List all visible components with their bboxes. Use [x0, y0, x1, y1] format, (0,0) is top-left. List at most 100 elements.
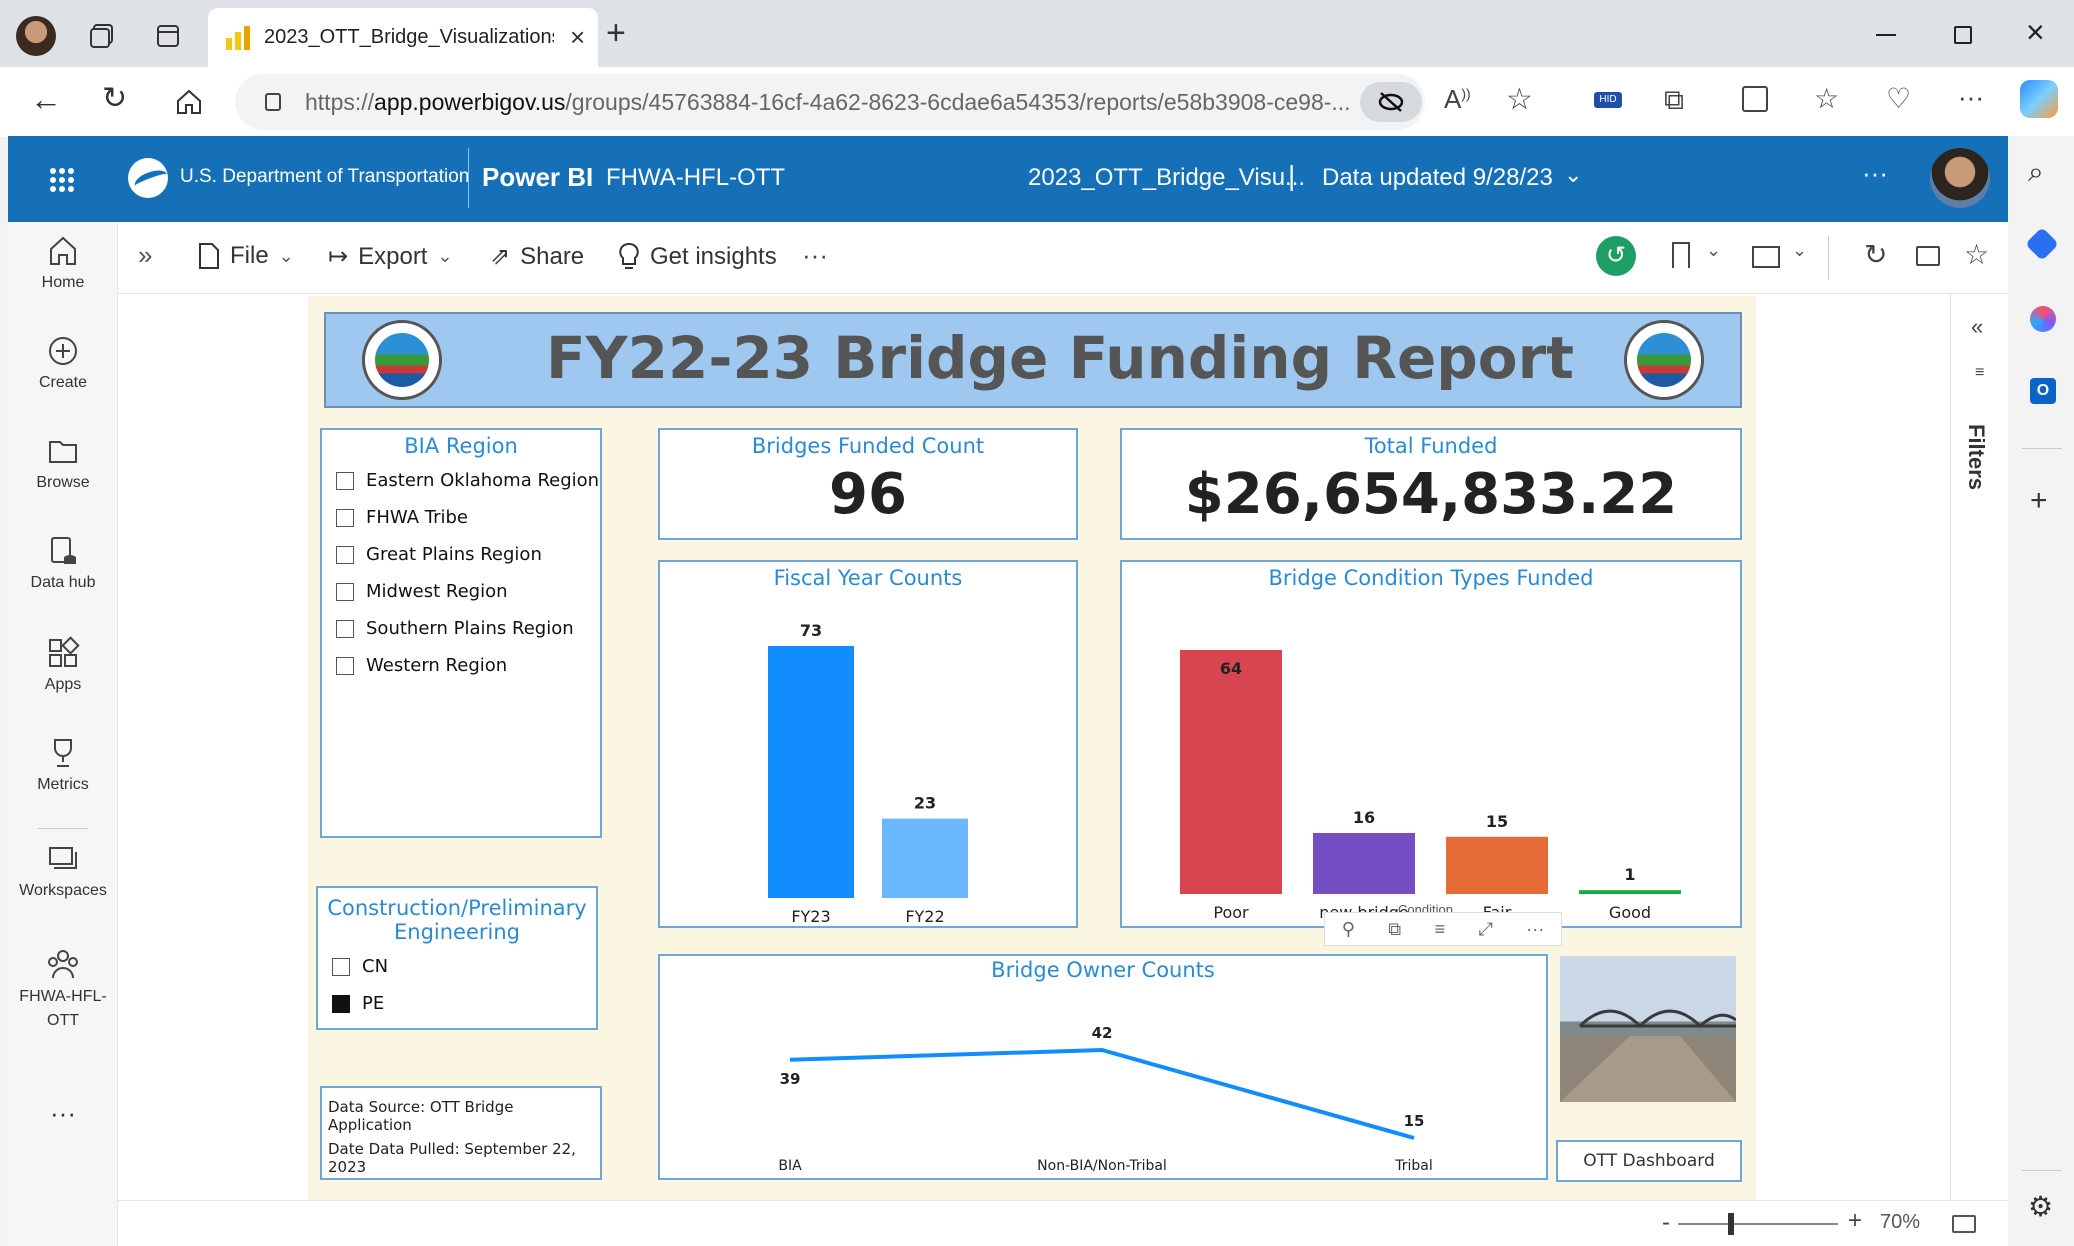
- tracking-prevention-icon[interactable]: [1360, 82, 1422, 122]
- browser-menu-icon[interactable]: ···: [1958, 82, 1984, 113]
- chevron-down-icon[interactable]: ⌄: [1564, 162, 1582, 188]
- checkbox[interactable]: [336, 545, 354, 564]
- url-field[interactable]: https://app.powerbigov.us/groups/4576388…: [235, 74, 1425, 130]
- share-button[interactable]: ⇗ Share: [490, 242, 584, 271]
- read-aloud-icon[interactable]: A)): [1444, 84, 1471, 115]
- left-navigation: Home Create Browse Data hub Apps Metrics Works…: [8, 222, 118, 1246]
- filters-pane[interactable]: « ≡ Filters: [1950, 294, 2008, 1200]
- tab-report[interactable]: 2023_OTT_Bridge_Visualizations ×: [208, 8, 598, 67]
- workspaces-icon[interactable]: [86, 20, 118, 52]
- back-icon[interactable]: ←: [30, 81, 62, 118]
- close-window-icon[interactable]: ×: [2026, 14, 2045, 51]
- collapse-filters-icon[interactable]: «: [1971, 314, 1983, 340]
- minimize-icon[interactable]: [1876, 34, 1896, 36]
- profile-avatar[interactable]: [16, 16, 56, 56]
- view-chevron-icon[interactable]: ⌄: [1792, 240, 1807, 261]
- shopping-icon[interactable]: [2025, 227, 2059, 261]
- new-tab-icon[interactable]: +: [606, 14, 626, 53]
- bia-region-option[interactable]: Western Region: [336, 647, 600, 684]
- extensions-icon[interactable]: ⧉: [1664, 84, 1684, 117]
- header-more-icon[interactable]: ···: [1862, 158, 1888, 189]
- export-menu[interactable]: ↦ Export ⌄: [328, 242, 453, 271]
- nav-item-home[interactable]: Home: [8, 234, 118, 292]
- favorites-icon[interactable]: ☆: [1814, 82, 1839, 115]
- checkbox[interactable]: [336, 656, 354, 675]
- nav-item-metrics[interactable]: Metrics: [8, 736, 118, 794]
- user-avatar[interactable]: [1930, 148, 1990, 208]
- add-sidebar-icon[interactable]: +: [2030, 484, 2048, 518]
- browser-tab-bar: 2023_OTT_Bridge_Visualizations × + ×: [0, 0, 2074, 67]
- bookmark-icon[interactable]: [1672, 242, 1690, 268]
- nav-item-workspace[interactable]: FHWA-HFL- OTT: [8, 946, 118, 1030]
- nav-item-create[interactable]: Create: [8, 334, 118, 392]
- zoom-out-button[interactable]: -: [1662, 1209, 1670, 1237]
- construction-option[interactable]: PE: [332, 985, 596, 1022]
- series-line: [789, 1047, 1415, 1140]
- date-pulled-line: Date Data Pulled: September 22, 2023: [328, 1140, 576, 1176]
- get-insights-button[interactable]: Get insights: [618, 242, 777, 272]
- category-label: Non-BIA/Non-Tribal: [1037, 1158, 1167, 1174]
- bia-region-option[interactable]: Eastern Oklahoma Region: [336, 462, 600, 499]
- checkbox[interactable]: [332, 957, 350, 976]
- settings-icon[interactable]: ⚙: [2028, 1190, 2053, 1223]
- filter-visual-icon[interactable]: ≡: [1435, 919, 1446, 940]
- more-options-icon[interactable]: ···: [1526, 919, 1544, 940]
- product-name[interactable]: Power BI: [482, 162, 593, 193]
- favorite-star-icon[interactable]: ☆: [1506, 82, 1533, 117]
- bookmark-chevron-icon[interactable]: ⌄: [1706, 240, 1721, 261]
- bia-region-option[interactable]: Southern Plains Region: [336, 610, 600, 647]
- zoom-slider-thumb[interactable]: [1728, 1213, 1734, 1235]
- visual-header-toolbar: ⚲ ⧉ ≡ ⤢ ···: [1324, 912, 1562, 946]
- comment-icon[interactable]: [1916, 246, 1940, 266]
- close-tab-icon[interactable]: ×: [570, 22, 585, 53]
- rail-divider-bottom: [2022, 1170, 2062, 1171]
- fiscal-year-chart: Fiscal Year Counts 73 FY23 23 FY22: [658, 560, 1078, 928]
- refresh-visuals-icon[interactable]: ↻: [1864, 238, 1887, 271]
- zoom-in-button[interactable]: +: [1848, 1207, 1862, 1235]
- bia-region-option[interactable]: Great Plains Region: [336, 536, 600, 573]
- browser-essentials-icon[interactable]: ♡: [1886, 82, 1911, 115]
- checkbox[interactable]: [336, 508, 354, 527]
- extension-hid-icon[interactable]: HID: [1594, 92, 1622, 108]
- bia-region-option[interactable]: FHWA Tribe: [336, 499, 600, 536]
- app-launcher-icon[interactable]: [50, 168, 74, 192]
- copilot-icon[interactable]: [2020, 80, 2058, 118]
- focus-mode-icon[interactable]: ⤢: [1478, 919, 1492, 940]
- nav-more-icon[interactable]: ···: [8, 1098, 118, 1129]
- home-browser-icon[interactable]: [172, 87, 206, 117]
- report-name[interactable]: 2023_OTT_Bridge_Visu...: [1028, 164, 1305, 192]
- data-updated[interactable]: Data updated 9/28/23: [1322, 164, 1553, 192]
- nav-item-apps[interactable]: Apps: [8, 636, 118, 694]
- refresh-icon[interactable]: ↻: [102, 81, 127, 116]
- copy-visual-icon[interactable]: ⧉: [1388, 919, 1401, 940]
- split-screen-icon[interactable]: [1742, 86, 1768, 112]
- view-icon[interactable]: [1752, 246, 1780, 268]
- restore-icon[interactable]: [1954, 26, 1972, 44]
- zoom-level[interactable]: 70%: [1880, 1211, 1920, 1234]
- category-label: Poor: [1213, 903, 1249, 922]
- checkbox[interactable]: [336, 619, 354, 638]
- checkbox[interactable]: [336, 471, 354, 490]
- tab-actions-icon[interactable]: [152, 20, 184, 52]
- zoom-slider[interactable]: [1678, 1213, 1838, 1235]
- favorite-report-icon[interactable]: ☆: [1964, 238, 1989, 271]
- nav-item-browse[interactable]: Browse: [8, 434, 118, 492]
- more-commands-icon[interactable]: ···: [802, 240, 828, 271]
- nav-label: Apps: [44, 676, 82, 693]
- expand-pane-icon[interactable]: »: [138, 240, 152, 271]
- fit-to-page-icon[interactable]: [1952, 1215, 1976, 1233]
- ott-dashboard-button[interactable]: OTT Dashboard: [1556, 1140, 1742, 1182]
- office-icon[interactable]: [2030, 306, 2056, 332]
- bia-region-option[interactable]: Midwest Region: [336, 573, 600, 610]
- workspace-name[interactable]: FHWA-HFL-OTT: [606, 164, 785, 192]
- pin-visual-icon[interactable]: ⚲: [1342, 919, 1355, 940]
- checkbox[interactable]: [336, 582, 354, 601]
- nav-item-data-hub[interactable]: Data hub: [8, 534, 118, 592]
- outlook-icon[interactable]: O: [2030, 378, 2056, 404]
- reset-icon[interactable]: ↺: [1596, 236, 1636, 276]
- file-menu[interactable]: File ⌄: [198, 242, 294, 270]
- checkbox[interactable]: [332, 994, 350, 1013]
- search-icon[interactable]: ⌕: [2028, 156, 2044, 189]
- construction-option[interactable]: CN: [332, 948, 596, 985]
- nav-item-workspaces[interactable]: Workspaces: [8, 842, 118, 900]
